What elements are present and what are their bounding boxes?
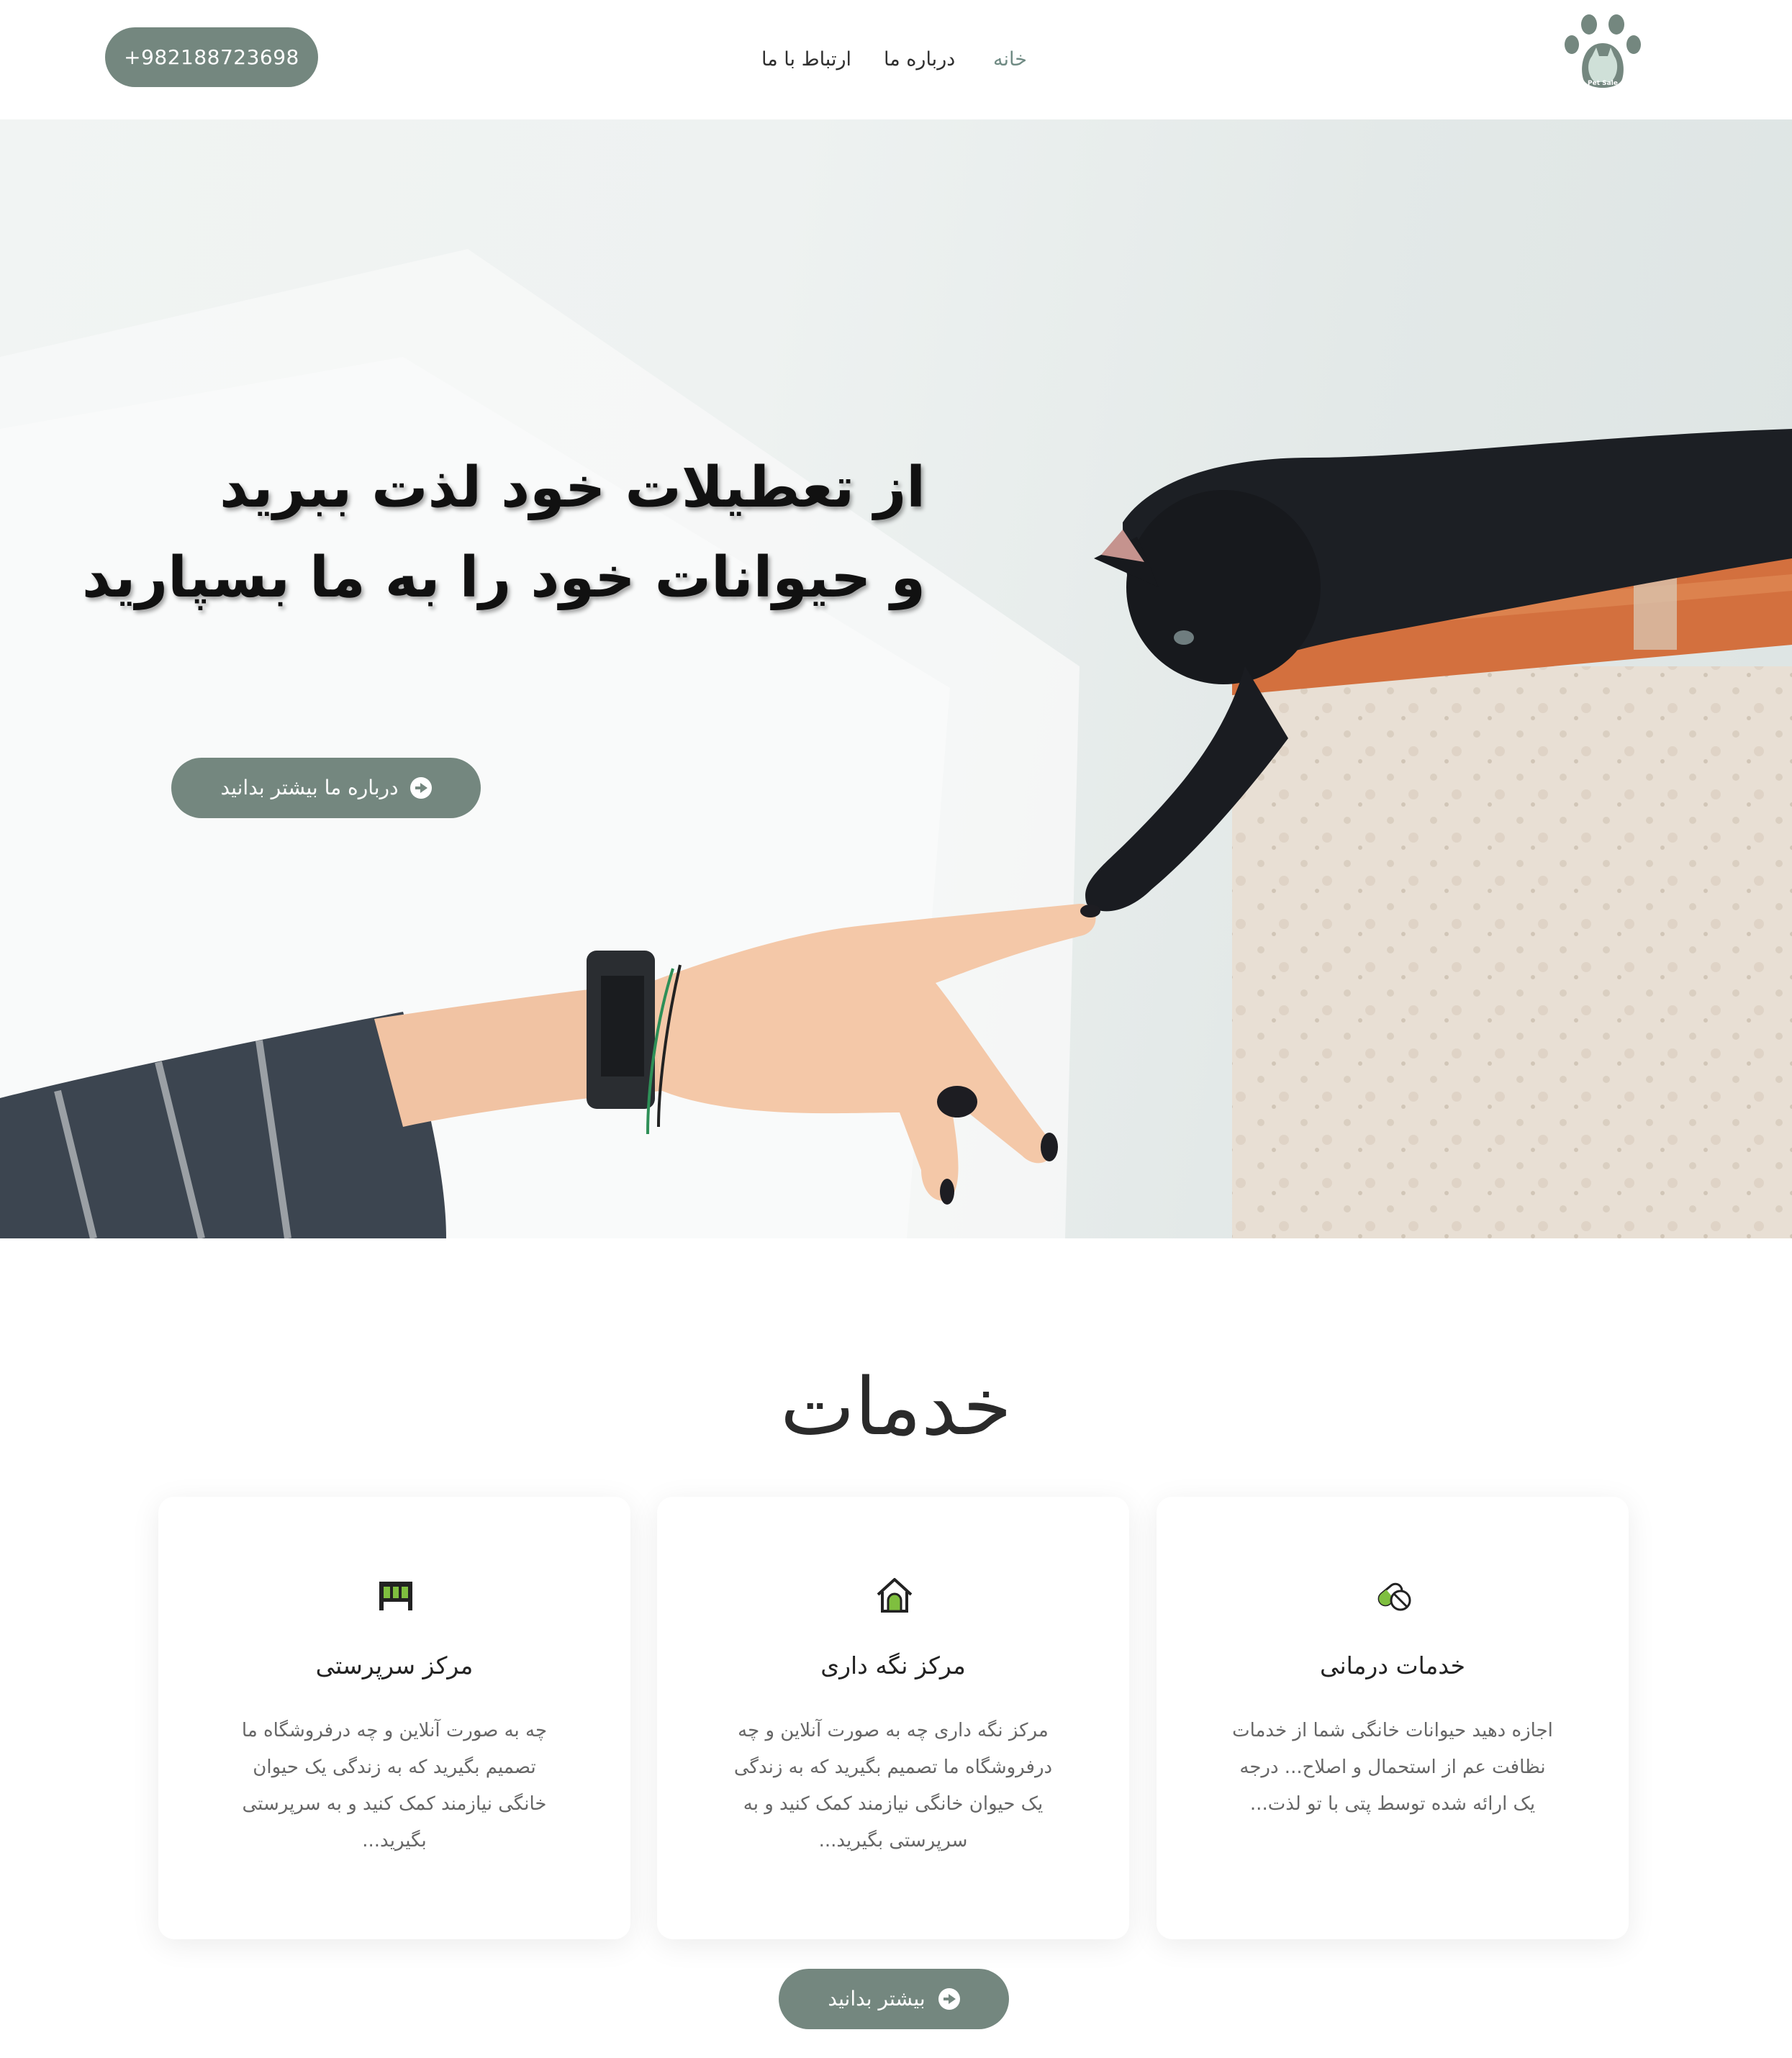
about-us-button[interactable]: درباره ما بیشتر بدانید <box>171 758 481 818</box>
service-card-treatment[interactable]: خدمات درمانی اجازه دهید حیوانات خانگی شم… <box>1157 1497 1629 1939</box>
services-cards: خدمات درمانی اجازه دهید حیوانات خانگی شم… <box>0 1497 1792 1943</box>
hero-headline-line-1: از تعطیلات خود لذت ببرید <box>220 455 926 520</box>
learn-more-button-label: بیشتر بدانید <box>828 1987 926 2011</box>
service-card-title: مرکز سرپرستی <box>315 1651 474 1680</box>
services-heading: خدمات <box>780 1361 1012 1453</box>
about-us-button-label: درباره ما بیشتر بدانید <box>220 776 399 799</box>
service-card-text: اجازه دهید حیوانات خانگی شما از خدمات نظ… <box>1232 1720 1553 1815</box>
phone-button[interactable]: +982188723698 <box>105 27 318 87</box>
hero-headline: از تعطیلات خود لذت ببرید و حیوانات خود ر… <box>81 443 926 630</box>
learn-more-button[interactable]: بیشتر بدانید <box>779 1969 1009 2029</box>
service-card-care-center[interactable]: مرکز نگه داری مرکز نگه داری چه به صورت آ… <box>657 1497 1129 1939</box>
house-icon <box>875 1576 914 1615</box>
pills-icon <box>1375 1576 1413 1615</box>
arrow-circle-right-icon <box>938 1988 960 2010</box>
hero-image <box>0 249 1792 1238</box>
nav-contact[interactable]: ارتباط با ما <box>761 42 851 78</box>
service-card-text: مرکز نگه داری چه به صورت آنلاین و چه درف… <box>733 1720 1053 1851</box>
nav-about[interactable]: درباره ما <box>884 42 955 78</box>
logo-text: Pet Sale <box>1588 80 1618 87</box>
nav-home[interactable]: خانه <box>993 42 1027 78</box>
hero-headline-line-2: و حیوانات خود را به ما بسپارید <box>81 545 926 610</box>
service-card-title: خدمات درمانی <box>1319 1651 1466 1680</box>
site-header: Pet Sale خانه درباره ما ارتباط با ما +98… <box>0 0 1792 119</box>
service-card-text: چه به صورت آنلاین و چه درفروشگاه ما تصمی… <box>241 1720 548 1851</box>
hero-banner: از تعطیلات خود لذت ببرید و حیوانات خود ر… <box>0 119 1792 1238</box>
service-card-title: مرکز نگه داری <box>820 1651 966 1680</box>
fence-icon <box>376 1576 415 1615</box>
service-card-adoption[interactable]: مرکز سرپرستی چه به صورت آنلاین و چه درفر… <box>158 1497 630 1939</box>
arrow-circle-right-icon <box>409 777 432 799</box>
